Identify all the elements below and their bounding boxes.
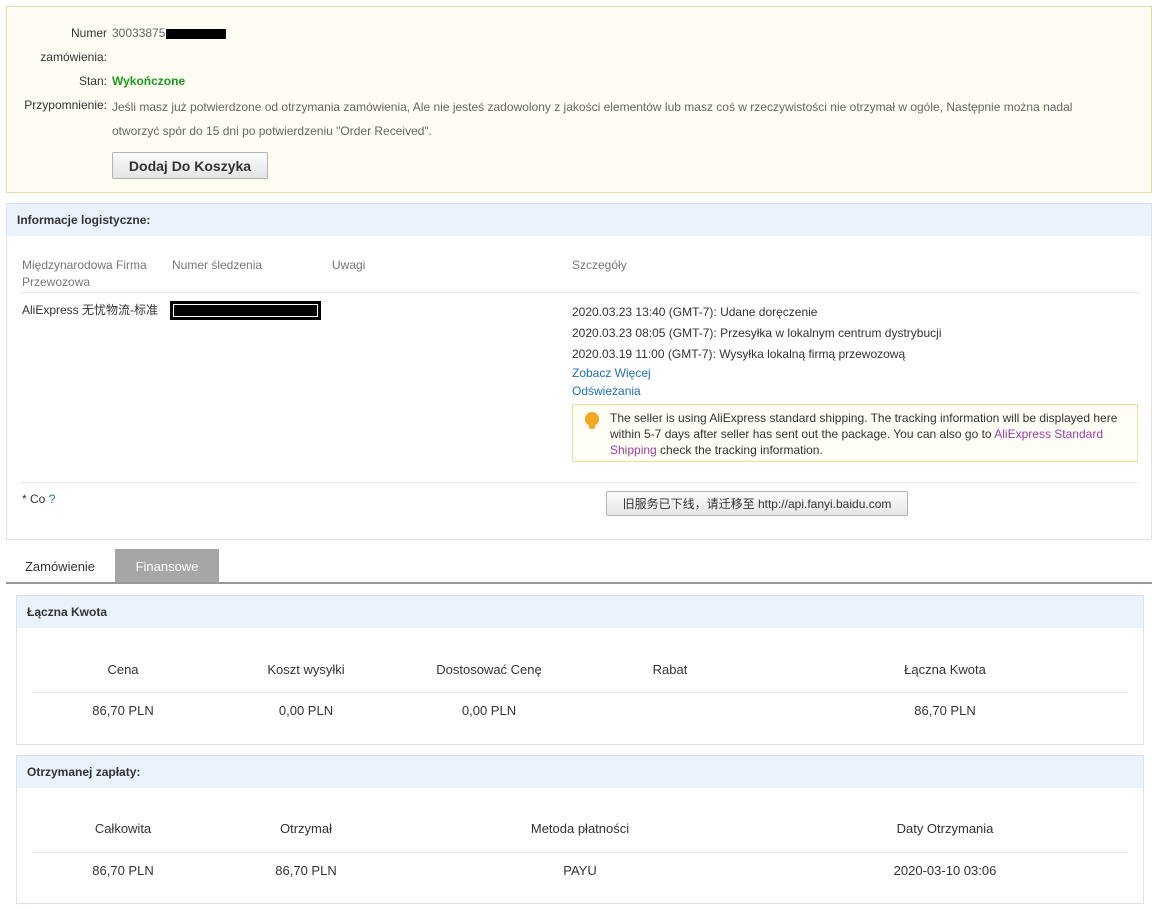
tab-bar: Zamówienie Finansowe [6,549,1152,584]
payment-value-method: PAYU [563,863,597,878]
total-header-shipping: Koszt wysyłki [267,662,345,677]
shipping-notice-text: The seller is using AliExpress standard … [610,411,1118,457]
total-value-adjust: 0,00 PLN [461,703,517,718]
payment-value-received: 86,70 PLN [275,863,337,878]
payment-divider [32,852,1128,853]
payment-header-received: Otrzymał [280,821,332,836]
remarks-header: Uwagi [332,258,366,272]
tracking-event: 2020.03.23 08:05 (GMT-7): Przesyłka w lo… [572,326,942,340]
shipping-notice: The seller is using AliExpress standard … [572,404,1138,462]
tracking-event: 2020.03.23 13:40 (GMT-7): Udane doręczen… [572,305,818,319]
order-number-value: 30033875 [112,26,166,40]
refresh-link[interactable]: Odświeżania [572,384,641,398]
tracking-event: 2020.03.19 11:00 (GMT-7): Wysyłka lokaln… [572,347,906,361]
add-to-cart-button[interactable]: Dodaj Do Koszyka [112,152,268,179]
total-value-total: 86,70 PLN [914,703,976,718]
payment-value-date: 2020-03-10 03:06 [893,863,997,878]
footnote: * Co ? [22,492,56,506]
reminder-text: Jeśli masz już potwierdzone od otrzymani… [112,100,1073,138]
logistics-section: Informacje logistyczne: Międzynarodowa F… [6,203,1152,540]
total-header-price: Cena [107,662,139,677]
total-value-shipping: 0,00 PLN [278,703,334,718]
translate-button[interactable]: 旧服务已下线，请迁移至 http://api.fanyi.baidu.com [606,491,908,516]
order-number-label: Numer [70,26,107,40]
tab-order[interactable]: Zamówienie [6,549,114,582]
total-header-total: Łączna Kwota [904,662,986,677]
carrier-header: Międzynarodowa Firma Przewozowa [22,258,147,289]
carrier-name: AliExpress 无忧物流-标准 [22,303,159,317]
payment-header-total: Całkowita [94,821,152,836]
total-header-discount: Rabat [652,662,688,677]
details-header: Szczegóły [572,258,627,272]
order-number-redaction [166,28,227,39]
logistics-divider [22,292,1138,293]
payment-header-date: Daty Otrzymania [896,821,994,836]
logistics-title: Informacje logistyczne: [7,204,1151,236]
lightbulb-icon [585,412,599,429]
total-header-adjust: Dostosować Cenę [436,662,542,677]
tracking-header: Numer śledzenia [172,258,263,272]
tab-finance[interactable]: Finansowe [115,549,219,582]
total-divider [32,692,1128,693]
order-number: 30033875 [112,21,227,45]
payment-panel: Otrzymanej zapłaty: Całkowita Otrzymał M… [16,755,1144,904]
logistics-dotted-divider [22,482,1138,483]
total-value-price: 86,70 PLN [92,703,154,718]
tracking-number-redacted [170,301,321,320]
status-label: Stan: [78,74,107,88]
order-summary: Numer zamówienia: 30033875 Stan: Wykończ… [6,6,1152,193]
status-value: Wykończone [112,74,186,88]
total-amount-panel: Łączna Kwota Cena Koszt wysyłki Dostosow… [16,595,1144,745]
see-more-link[interactable]: Zobacz Więcej [572,366,651,380]
total-amount-title: Łączna Kwota [17,596,1143,628]
help-question-link[interactable]: ? [49,492,56,506]
payment-header-method: Metoda płatności [530,821,630,836]
reminder-label: Przypomnienie: [24,98,107,112]
payment-value-total: 86,70 PLN [92,863,154,878]
order-number-label-2: zamówienia: [40,50,107,64]
payment-title: Otrzymanej zapłaty: [17,756,1143,788]
